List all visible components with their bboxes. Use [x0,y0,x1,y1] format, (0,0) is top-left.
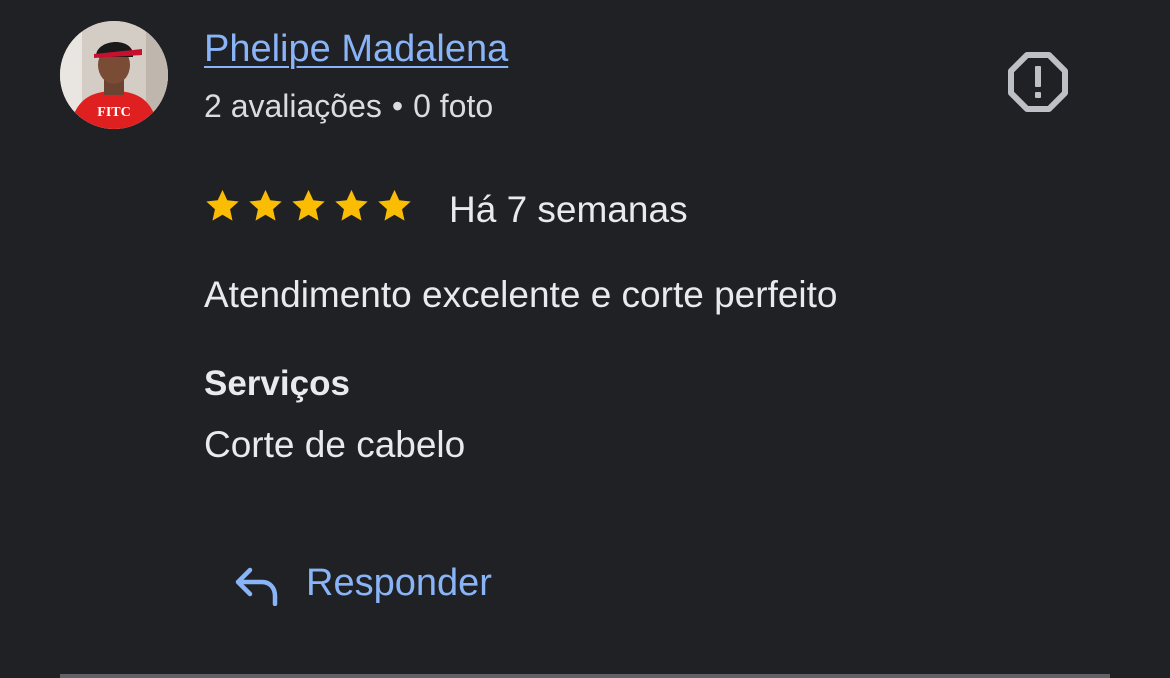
star-filled-icon [206,189,239,221]
review-text: Atendimento excelente e corte perfeito [204,274,838,315]
meta-separator: • [391,88,404,124]
reply-button[interactable]: Responder [216,548,510,618]
reviewer-meta: 2 avaliações • 0 foto [204,86,493,126]
photos-count: 0 foto [413,88,494,124]
services-heading: Serviços [204,364,350,403]
reviews-count: 2 avaliações [204,88,382,124]
star-rating [204,186,413,226]
reviewer-name-link[interactable]: Phelipe Madalena [204,26,508,72]
avatar[interactable]: FITC [60,21,168,129]
report-flag-icon[interactable] [1006,50,1070,114]
reply-label: Responder [306,562,492,604]
star-filled-icon [249,189,282,221]
avatar-photo: FITC [60,21,168,129]
divider [60,674,1110,678]
services-value: Corte de cabelo [204,424,466,465]
star-filled-icon [292,189,325,221]
review-date: Há 7 semanas [449,189,688,230]
avatar-shirt-text: FITC [97,105,130,120]
star-filled-icon [378,189,411,221]
star-filled-icon [335,189,368,221]
reply-arrow-icon [235,567,278,606]
